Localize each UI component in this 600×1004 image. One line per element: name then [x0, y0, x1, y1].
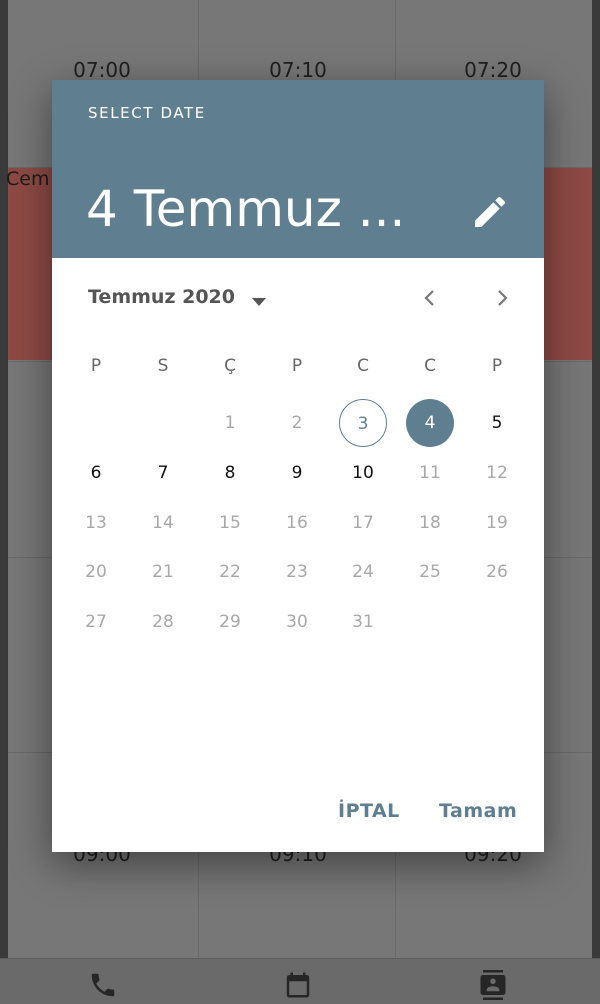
day-cell: 21 — [152, 562, 174, 582]
day-cell: 23 — [286, 562, 308, 582]
left-edge — [0, 0, 8, 960]
day-cell: 30 — [286, 612, 308, 632]
weekday-label: Ç — [224, 356, 236, 376]
weekday-label: P — [491, 356, 503, 376]
day-cell: 2 — [291, 413, 303, 433]
weekday-label: C — [357, 356, 369, 376]
selected-day[interactable]: 4 — [406, 399, 454, 447]
day-cell: 20 — [85, 562, 107, 582]
day-cell: 14 — [152, 513, 174, 533]
month-label[interactable]: Temmuz 2020 — [88, 286, 235, 308]
dialog-header: SELECT DATE 4 Temmuz ... — [52, 80, 544, 258]
pencil-icon — [475, 196, 506, 227]
day-cell[interactable]: 5 — [473, 399, 521, 447]
day-cell[interactable]: 7 — [139, 449, 187, 497]
ok-button[interactable]: Tamam — [439, 800, 517, 822]
day-cell: 16 — [286, 513, 308, 533]
day-cell: 25 — [419, 562, 441, 582]
previous-month-button[interactable] — [418, 286, 442, 310]
day-cell: 17 — [352, 513, 374, 533]
day-cell: 24 — [352, 562, 374, 582]
day-cell: 22 — [219, 562, 241, 582]
day-cell[interactable]: 8 — [206, 449, 254, 497]
weekday-label: S — [157, 356, 169, 376]
day-cell: 29 — [219, 612, 241, 632]
day-cell: 28 — [152, 612, 174, 632]
today-day[interactable]: 3 — [339, 399, 387, 447]
day-cell[interactable]: 9 — [273, 449, 321, 497]
day-cell[interactable]: 6 — [72, 449, 120, 497]
day-cell: 15 — [219, 513, 241, 533]
weekday-label: P — [90, 356, 102, 376]
day-cell: 18 — [419, 513, 441, 533]
chevron-right-icon — [498, 290, 508, 306]
weekday-label: P — [291, 356, 303, 376]
month-selector[interactable]: Temmuz 2020 — [52, 258, 544, 328]
day-cell: 12 — [486, 463, 508, 483]
day-cell: 27 — [85, 612, 107, 632]
time-slot-label: 07:00 — [73, 58, 131, 82]
dialog-actions: İPTAL Tamam — [52, 788, 544, 838]
edit-date-button[interactable] — [470, 192, 510, 232]
time-slot-label: 07:20 — [464, 58, 522, 82]
weekday-label: C — [424, 356, 436, 376]
day-cell[interactable]: 10 — [339, 449, 387, 497]
phone-icon[interactable] — [86, 970, 120, 1000]
day-cell: 19 — [486, 513, 508, 533]
day-cell: 26 — [486, 562, 508, 582]
header-label: SELECT DATE — [88, 104, 206, 122]
chevron-left-icon — [424, 290, 434, 306]
contacts-icon[interactable] — [476, 970, 510, 1000]
selected-date-text: 4 Temmuz ... — [86, 180, 406, 238]
day-cell: 13 — [85, 513, 107, 533]
event-label: Cem — [6, 168, 50, 190]
dropdown-arrow-icon[interactable] — [249, 292, 269, 312]
calendar-icon[interactable] — [281, 970, 315, 1000]
time-slot-label: 07:10 — [269, 58, 327, 82]
day-cell: 1 — [224, 413, 236, 433]
day-cell: 31 — [352, 612, 374, 632]
cancel-button[interactable]: İPTAL — [338, 800, 400, 822]
day-cell: 11 — [419, 463, 441, 483]
next-month-button[interactable] — [490, 286, 514, 310]
date-picker-dialog: SELECT DATE 4 Temmuz ... Temmuz 2020 P S Ç… — [52, 80, 544, 852]
right-edge — [592, 0, 600, 960]
